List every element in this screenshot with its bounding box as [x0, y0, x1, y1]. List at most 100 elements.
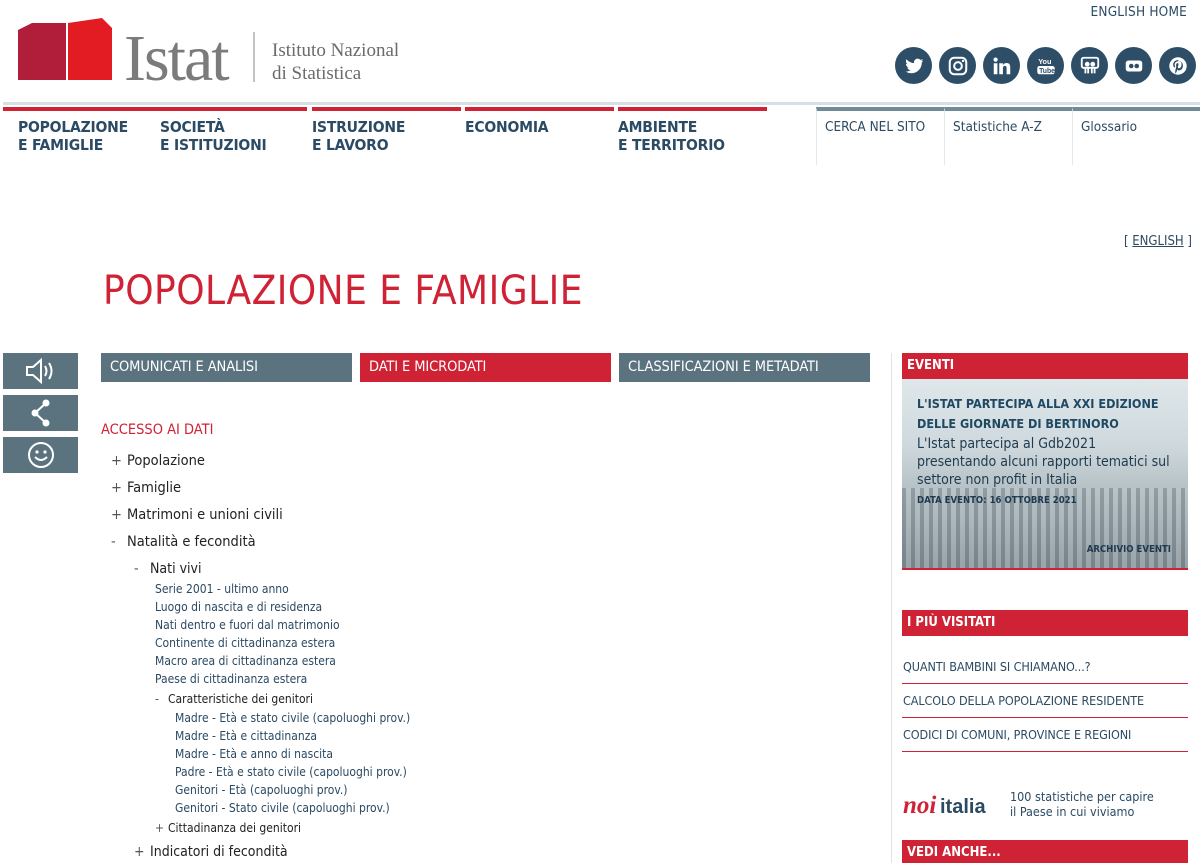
column-divider: [891, 353, 892, 863]
nav-topic-line: E ISTITUZIONI: [160, 136, 267, 154]
youtube-icon[interactable]: You Tube: [1027, 47, 1064, 84]
tree-item-label: Natalità e fecondità: [127, 534, 256, 550]
nav-topic-line: ISTRUZIONE: [312, 118, 406, 136]
pinterest-icon[interactable]: [1159, 47, 1196, 84]
tree-item-label: Popolazione: [127, 453, 205, 469]
nav-topic-line: E FAMIGLIE: [18, 136, 104, 154]
twitter-icon[interactable]: [895, 47, 932, 84]
data-link[interactable]: Serie 2001 - ultimo anno: [155, 582, 289, 596]
most-visited-link[interactable]: CALCOLO DELLA POPOLAZIONE RESIDENTE: [902, 684, 1188, 718]
tree-item-nati-vivi[interactable]: - Nati vivi: [134, 561, 201, 577]
nav-topic-economia[interactable]: ECONOMIA: [465, 107, 614, 165]
share-button[interactable]: [3, 395, 78, 431]
svg-text:Tube: Tube: [1039, 67, 1055, 74]
data-link[interactable]: Padre - Età e stato civile (capoluoghi p…: [175, 765, 407, 779]
tree-item[interactable]: + Famiglie: [111, 480, 181, 496]
expand-icon: +: [111, 453, 122, 469]
english-language-link[interactable]: [ ENGLISH ]: [1124, 234, 1192, 249]
tree-item-label: Nati vivi: [150, 561, 202, 577]
speaker-icon: [25, 357, 52, 385]
expand-icon: +: [111, 507, 122, 523]
flickr-icon[interactable]: [1115, 47, 1152, 84]
nav-topic-societa[interactable]: SOCIETÀ E ISTITUZIONI: [145, 107, 307, 165]
nav-topic-line: POPOLAZIONE: [18, 118, 128, 136]
nav-topic-ambiente[interactable]: AMBIENTE E TERRITORIO: [618, 107, 767, 165]
tree-item-label: Caratteristiche dei genitori: [168, 692, 313, 706]
event-card[interactable]: L'ISTAT PARTECIPA ALLA XXI EDIZIONE DELL…: [902, 379, 1188, 570]
logo-sub-2: di Statistica: [272, 63, 362, 84]
nav-topic-istruzione[interactable]: ISTRUZIONE E LAVORO: [312, 107, 461, 165]
tree-item-label: Cittadinanza dei genitori: [168, 821, 302, 835]
feedback-button[interactable]: [3, 437, 78, 473]
nav-topic-popolazione[interactable]: POPOLAZIONE E FAMIGLIE: [3, 107, 154, 165]
collapse-icon: -: [134, 561, 139, 577]
event-archive-link[interactable]: ARCHIVIO EVENTI: [1087, 544, 1171, 555]
slideshare-icon[interactable]: [1071, 47, 1108, 84]
nav-topic-line: SOCIETÀ: [160, 118, 225, 136]
logo-sub-1: Istituto Nazionale: [272, 40, 398, 61]
expand-icon: +: [155, 821, 165, 835]
tree-item-label: Indicatori di fecondità: [150, 844, 288, 860]
tree-item[interactable]: + Matrimoni e unioni civili: [111, 507, 283, 523]
social-links: You Tube: [895, 47, 1196, 84]
data-link[interactable]: Madre - Età e anno di nascita: [175, 747, 333, 761]
nav-rule: [3, 102, 1200, 105]
see-also-header: VEDI ANCHE...: [902, 840, 1188, 863]
noi-italia-line: il Paese in cui viviamo: [1010, 804, 1135, 819]
collapse-icon: -: [111, 534, 116, 550]
tree-item-label: Famiglie: [127, 480, 182, 496]
tree-item-label: Matrimoni e unioni civili: [127, 507, 283, 523]
most-visited-header: I PIÙ VISITATI: [902, 610, 1188, 636]
tree-item-indicatori[interactable]: + Indicatori di fecondità: [134, 844, 288, 860]
event-date: DATA EVENTO: 16 OTTOBRE 2021: [917, 495, 1077, 506]
data-link[interactable]: Luogo di nascita e di residenza: [155, 600, 322, 614]
instagram-icon[interactable]: [939, 47, 976, 84]
data-link[interactable]: Paese di cittadinanza estera: [155, 672, 307, 686]
english-link-label: ENGLISH: [1132, 234, 1184, 249]
glossary-link[interactable]: Glossario: [1072, 107, 1200, 165]
collapse-icon: -: [155, 692, 159, 706]
statistics-az-link[interactable]: Statistiche A-Z: [944, 107, 1072, 165]
tree-item-cittadinanza[interactable]: + Cittadinanza dei genitori: [155, 821, 301, 835]
tab-comunicati[interactable]: COMUNICATI E ANALISI: [101, 353, 352, 382]
data-link[interactable]: Continente di cittadinanza estera: [155, 636, 335, 650]
audio-button[interactable]: [3, 353, 78, 389]
tree-item[interactable]: + Popolazione: [111, 453, 205, 469]
english-home-link[interactable]: ENGLISH HOME: [1091, 4, 1187, 20]
istat-logo[interactable]: Istat Istituto Nazionale di Statistica: [18, 18, 398, 88]
expand-icon: +: [111, 480, 122, 496]
most-visited-link[interactable]: CODICI DI COMUNI, PROVINCE E REGIONI: [902, 718, 1188, 752]
search-site-link[interactable]: CERCA NEL SITO: [816, 107, 944, 165]
data-link[interactable]: Genitori - Stato civile (capoluoghi prov…: [175, 801, 390, 815]
nav-topic-line: E LAVORO: [312, 136, 389, 154]
tab-dati-microdati[interactable]: DATI E MICRODATI: [360, 353, 611, 382]
data-link[interactable]: Macro area di cittadinanza estera: [155, 654, 336, 668]
noi-italia-line: 100 statistiche per capire: [1010, 789, 1154, 804]
svg-text:noi: noi: [903, 792, 936, 818]
access-section-title: ACCESSO AI DATI: [101, 422, 214, 438]
nav-topic-line: AMBIENTE: [618, 118, 698, 136]
data-link[interactable]: Genitori - Età (capoluoghi prov.): [175, 783, 348, 797]
event-title: L'ISTAT PARTECIPA ALLA XXI EDIZIONE DELL…: [917, 396, 1159, 431]
data-link[interactable]: Madre - Età e cittadinanza: [175, 729, 317, 743]
tree-item-genitori[interactable]: - Caratteristiche dei genitori: [155, 692, 313, 706]
data-link[interactable]: Madre - Età e stato civile (capoluoghi p…: [175, 711, 410, 725]
nav-topic-line: E TERRITORIO: [618, 136, 725, 154]
nav-topic-line: ECONOMIA: [465, 118, 549, 136]
most-visited-link[interactable]: QUANTI BAMBINI SI CHIAMANO...?: [902, 650, 1188, 684]
smiley-icon: [27, 442, 54, 468]
event-description: L'Istat partecipa al Gdb2021 presentando…: [917, 436, 1170, 488]
share-icon: [31, 399, 49, 427]
noi-italia-logo[interactable]: noi italia: [903, 788, 1005, 818]
expand-icon: +: [134, 844, 145, 860]
data-link[interactable]: Nati dentro e fuori dal matrimonio: [155, 618, 340, 632]
linkedin-icon[interactable]: [983, 47, 1020, 84]
logo-word: Istat: [124, 22, 229, 88]
svg-text:italia: italia: [940, 796, 986, 818]
page-title: POPOLAZIONE E FAMIGLIE: [103, 268, 583, 314]
tab-classificazioni[interactable]: CLASSIFICAZIONI E METADATI: [619, 353, 870, 382]
noi-italia-text: 100 statistiche per capire il Paese in c…: [1010, 789, 1154, 819]
svg-text:You: You: [1038, 57, 1051, 66]
events-header: EVENTI: [902, 353, 1188, 379]
tree-item[interactable]: - Natalità e fecondità: [111, 534, 256, 550]
